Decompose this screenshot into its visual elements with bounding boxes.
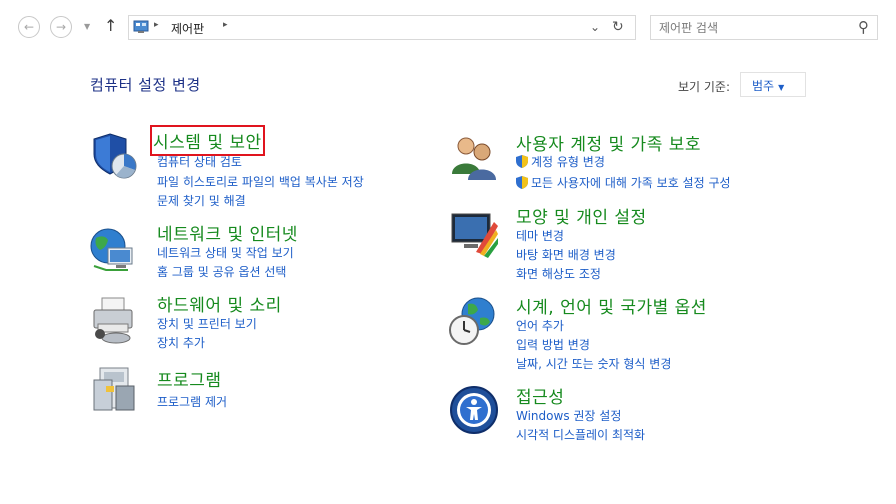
up-button[interactable]: ↑ [104, 16, 117, 35]
link-family-safety-setup[interactable]: 모든 사용자에 대해 가족 보호 설정 구성 [516, 174, 731, 191]
system-security-icon[interactable] [88, 130, 140, 182]
link-change-date-time-format[interactable]: 날짜, 시간 또는 숫자 형식 변경 [516, 355, 671, 372]
arrow-up-icon: ↑ [104, 16, 118, 35]
refresh-button[interactable]: ↻ [612, 19, 624, 35]
link-change-theme[interactable]: 테마 변경 [516, 227, 564, 244]
category-title-programs[interactable]: 프로그램 [157, 366, 222, 391]
programs-icon[interactable] [88, 364, 140, 416]
clock-language-region-icon[interactable] [448, 294, 500, 346]
link-add-device[interactable]: 장치 추가 [157, 334, 205, 351]
link-windows-suggested-settings[interactable]: Windows 권장 설정 [516, 407, 621, 424]
address-dropdown-button[interactable]: ⌄ [590, 20, 600, 34]
category-title-clock-language-region[interactable]: 시계, 언어 및 국가별 옵션 [516, 293, 707, 318]
view-by-dropdown[interactable]: 범주 ▼ [740, 72, 806, 97]
address-bar[interactable]: ▸ 제어판 ▸ ⌄ ↻ [128, 15, 636, 40]
category-title-appearance[interactable]: 모양 및 개인 설정 [516, 203, 647, 228]
link-file-history-backup[interactable]: 파일 히스토리로 파일의 백업 복사본 저장 [157, 173, 364, 190]
link-adjust-resolution[interactable]: 화면 해상도 조정 [516, 265, 601, 282]
link-label: 계정 유형 변경 [531, 155, 605, 169]
search-icon[interactable]: ⚲ [858, 18, 869, 36]
view-by-value: 범주 [752, 79, 775, 93]
back-button[interactable]: ← [18, 16, 40, 38]
link-view-network-status[interactable]: 네트워크 상태 및 작업 보기 [157, 244, 294, 261]
chevron-down-icon: ▼ [778, 83, 785, 92]
category-title-system-security[interactable]: 시스템 및 보안 [150, 125, 265, 156]
link-uninstall-program[interactable]: 프로그램 제거 [157, 393, 227, 410]
uac-shield-icon [516, 155, 528, 168]
breadcrumb-control-panel[interactable]: 제어판 [171, 20, 204, 37]
appearance-personalization-icon[interactable] [448, 208, 500, 260]
chevron-down-icon: ▼ [84, 22, 91, 31]
link-label: 모든 사용자에 대해 가족 보호 설정 구성 [531, 176, 731, 190]
category-title-ease-of-access[interactable]: 접근성 [516, 383, 564, 408]
refresh-icon: ↻ [612, 19, 624, 35]
breadcrumb-separator[interactable]: ▸ [154, 20, 159, 30]
category-title-user-accounts[interactable]: 사용자 계정 및 가족 보호 [516, 130, 701, 155]
search-box[interactable]: ⚲ [650, 15, 878, 40]
hardware-sound-icon[interactable] [88, 294, 140, 346]
link-optimize-visual-display[interactable]: 시각적 디스플레이 최적화 [516, 426, 645, 443]
category-title-network-internet[interactable]: 네트워크 및 인터넷 [157, 220, 298, 245]
category-title-hardware-sound[interactable]: 하드웨어 및 소리 [157, 291, 282, 316]
link-review-computer-status[interactable]: 컴퓨터 상태 검토 [157, 153, 242, 170]
forward-button[interactable]: → [50, 16, 72, 38]
link-change-account-type[interactable]: 계정 유형 변경 [516, 153, 605, 170]
link-add-language[interactable]: 언어 추가 [516, 317, 564, 334]
search-input[interactable] [659, 19, 839, 37]
chevron-down-icon: ⌄ [590, 20, 601, 34]
ease-of-access-icon[interactable] [448, 384, 500, 436]
page-title: 컴퓨터 설정 변경 [90, 76, 201, 94]
view-by-label: 보기 기준: [678, 80, 731, 94]
breadcrumb-separator[interactable]: ▸ [223, 20, 228, 30]
uac-shield-icon [516, 176, 528, 189]
link-change-desktop-background[interactable]: 바탕 화면 배경 변경 [516, 246, 616, 263]
link-find-fix-problems[interactable]: 문제 찾기 및 해결 [157, 192, 246, 209]
recent-locations-dropdown[interactable]: ▼ [84, 22, 90, 31]
link-change-input-methods[interactable]: 입력 방법 변경 [516, 336, 590, 353]
network-internet-icon[interactable] [88, 224, 140, 276]
user-accounts-icon[interactable] [448, 130, 500, 182]
control-panel-icon [133, 20, 149, 33]
arrow-right-icon: → [55, 20, 67, 34]
arrow-left-icon: ← [23, 20, 35, 34]
link-homegroup-sharing[interactable]: 홈 그룹 및 공유 옵션 선택 [157, 263, 286, 280]
link-devices-printers[interactable]: 장치 및 프린터 보기 [157, 315, 257, 332]
